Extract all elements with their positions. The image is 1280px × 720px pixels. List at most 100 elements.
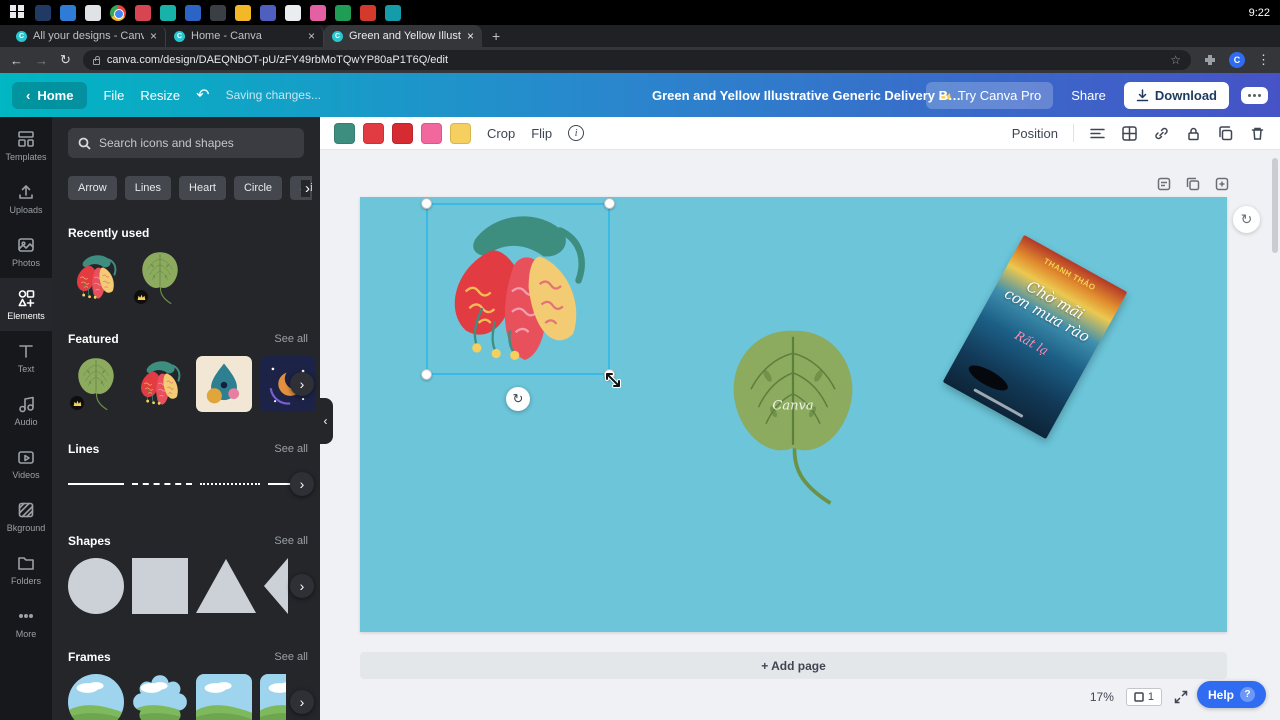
- element-thumb-flower[interactable]: [132, 356, 188, 412]
- profile-avatar[interactable]: C: [1229, 52, 1245, 68]
- shape-square[interactable]: [132, 558, 188, 614]
- sidebar-item-folders[interactable]: Folders: [0, 543, 52, 596]
- sidebar-item-text[interactable]: Text: [0, 331, 52, 384]
- see-all-link[interactable]: See all: [274, 333, 308, 345]
- position-button[interactable]: Position: [1012, 126, 1058, 141]
- delete-icon[interactable]: [1249, 125, 1266, 142]
- app-icon[interactable]: [335, 4, 351, 21]
- close-icon[interactable]: ×: [308, 30, 315, 42]
- app-icon[interactable]: [260, 4, 276, 21]
- sidebar-item-audio[interactable]: Audio: [0, 384, 52, 437]
- refresh-page-button[interactable]: ↻: [1233, 206, 1260, 233]
- notes-icon[interactable]: [1156, 176, 1172, 192]
- line-solid[interactable]: [68, 483, 124, 485]
- arrange-icon[interactable]: [1089, 125, 1106, 142]
- sidebar-item-templates[interactable]: Templates: [0, 119, 52, 172]
- chevron-right-icon[interactable]: ›: [290, 472, 314, 496]
- flip-button[interactable]: Flip: [531, 126, 552, 141]
- line-dashed[interactable]: [132, 483, 192, 485]
- browser-tab[interactable]: C All your designs - Canva ×: [8, 25, 166, 47]
- pill-heart[interactable]: Heart: [179, 176, 226, 200]
- color-swatch-yellow[interactable]: [450, 122, 471, 144]
- pill-arrow[interactable]: Arrow: [68, 176, 117, 200]
- help-button[interactable]: Help ?: [1196, 681, 1266, 708]
- color-swatch-pink[interactable]: [421, 122, 442, 144]
- info-icon[interactable]: i: [568, 125, 585, 141]
- resize-menu[interactable]: Resize: [140, 88, 180, 103]
- forward-icon[interactable]: →: [35, 53, 48, 68]
- reload-icon[interactable]: ↻: [60, 52, 71, 68]
- resize-handle[interactable]: [421, 198, 432, 209]
- app-icon[interactable]: [35, 4, 51, 21]
- browser-tab[interactable]: C Home - Canva ×: [166, 25, 324, 47]
- extension-puzzle-icon[interactable]: [1203, 53, 1217, 67]
- shape-circle[interactable]: [68, 558, 124, 614]
- color-swatch-teal[interactable]: [334, 122, 355, 144]
- browser-tab-active[interactable]: C Green and Yellow Illustrative Ge ×: [324, 25, 482, 47]
- chevron-right-icon[interactable]: ›: [290, 372, 314, 396]
- shape-diamond-partial[interactable]: [264, 558, 288, 614]
- selection-box[interactable]: ↻: [421, 198, 615, 411]
- undo-icon[interactable]: ↶: [196, 85, 209, 105]
- see-all-link[interactable]: See all: [274, 651, 308, 663]
- page-url[interactable]: canva.com/design/DAEQNbOT-pU/zFY49rbMoTQ…: [107, 54, 1163, 66]
- canvas-workspace[interactable]: ‹ ↻ ↻ Canva THANH THẢO Chờ mãi cơn mưa r…: [320, 150, 1280, 720]
- home-button[interactable]: ‹ Home: [12, 81, 88, 109]
- design-title[interactable]: Green and Yellow Illustrative Generic De…: [652, 88, 966, 103]
- url-bar[interactable]: canva.com/design/DAEQNbOT-pU/zFY49rbMoTQ…: [82, 50, 1191, 70]
- browser-menu-icon[interactable]: ⋮: [1257, 52, 1270, 68]
- search-box[interactable]: [68, 128, 304, 158]
- frame-rounded-square[interactable]: [196, 674, 252, 720]
- app-icon[interactable]: [85, 4, 101, 21]
- app-icon[interactable]: [360, 4, 376, 21]
- more-options-icon[interactable]: [1241, 86, 1268, 104]
- transparency-icon[interactable]: [1121, 125, 1138, 142]
- sidebar-item-videos[interactable]: Videos: [0, 437, 52, 490]
- app-icon[interactable]: [385, 4, 401, 21]
- app-icon[interactable]: [160, 4, 176, 21]
- element-thumb-leaf[interactable]: [132, 250, 188, 306]
- book-cover-element[interactable]: THANH THẢO Chờ mãi cơn mưa rào Rất lạ: [942, 234, 1128, 440]
- shape-triangle[interactable]: [196, 559, 256, 613]
- design-page[interactable]: ↻ Canva THANH THẢO Chờ mãi cơn mưa rào R…: [360, 197, 1227, 632]
- zoom-level[interactable]: 17%: [1090, 690, 1114, 704]
- chevron-right-icon[interactable]: ›: [290, 690, 314, 714]
- back-icon[interactable]: ←: [10, 53, 23, 68]
- link-icon[interactable]: [1153, 125, 1170, 142]
- sidebar-item-elements[interactable]: Elements: [0, 278, 52, 331]
- frame-scallop[interactable]: [132, 674, 188, 720]
- add-page-icon[interactable]: [1214, 176, 1230, 192]
- close-icon[interactable]: ×: [467, 30, 474, 42]
- chevron-right-icon[interactable]: ›: [301, 179, 310, 197]
- sidebar-item-uploads[interactable]: Uploads: [0, 172, 52, 225]
- resize-handle[interactable]: [421, 369, 432, 380]
- page-indicator[interactable]: 1: [1125, 688, 1162, 706]
- color-swatch-crimson[interactable]: [392, 122, 413, 144]
- file-menu[interactable]: File: [103, 88, 124, 103]
- duplicate-icon[interactable]: [1217, 125, 1234, 142]
- crop-button[interactable]: Crop: [487, 126, 515, 141]
- pill-circle[interactable]: Circle: [233, 176, 283, 200]
- element-thumb-leaf[interactable]: [68, 356, 124, 412]
- search-input[interactable]: [99, 136, 294, 150]
- element-thumb-abstract[interactable]: [196, 356, 252, 412]
- new-tab-button[interactable]: +: [482, 28, 510, 44]
- lock-icon[interactable]: [1185, 125, 1202, 142]
- fullscreen-icon[interactable]: [1174, 690, 1188, 704]
- scrollbar[interactable]: [1272, 158, 1278, 253]
- start-icon[interactable]: [10, 4, 26, 21]
- download-button[interactable]: Download: [1123, 81, 1229, 109]
- see-all-link[interactable]: See all: [274, 535, 308, 547]
- pill-lines[interactable]: Lines: [124, 176, 172, 200]
- app-icon[interactable]: [285, 4, 301, 21]
- rotate-handle[interactable]: ↻: [506, 387, 530, 411]
- close-icon[interactable]: ×: [150, 30, 157, 42]
- panel-collapse-icon[interactable]: ‹: [320, 398, 333, 444]
- sidebar-item-more[interactable]: More: [0, 596, 52, 649]
- sidebar-item-photos[interactable]: Photos: [0, 225, 52, 278]
- color-swatch-red[interactable]: [363, 122, 384, 144]
- app-icon[interactable]: [185, 4, 201, 21]
- app-icon[interactable]: [310, 4, 326, 21]
- chrome-icon[interactable]: [110, 4, 126, 21]
- duplicate-page-icon[interactable]: [1185, 176, 1201, 192]
